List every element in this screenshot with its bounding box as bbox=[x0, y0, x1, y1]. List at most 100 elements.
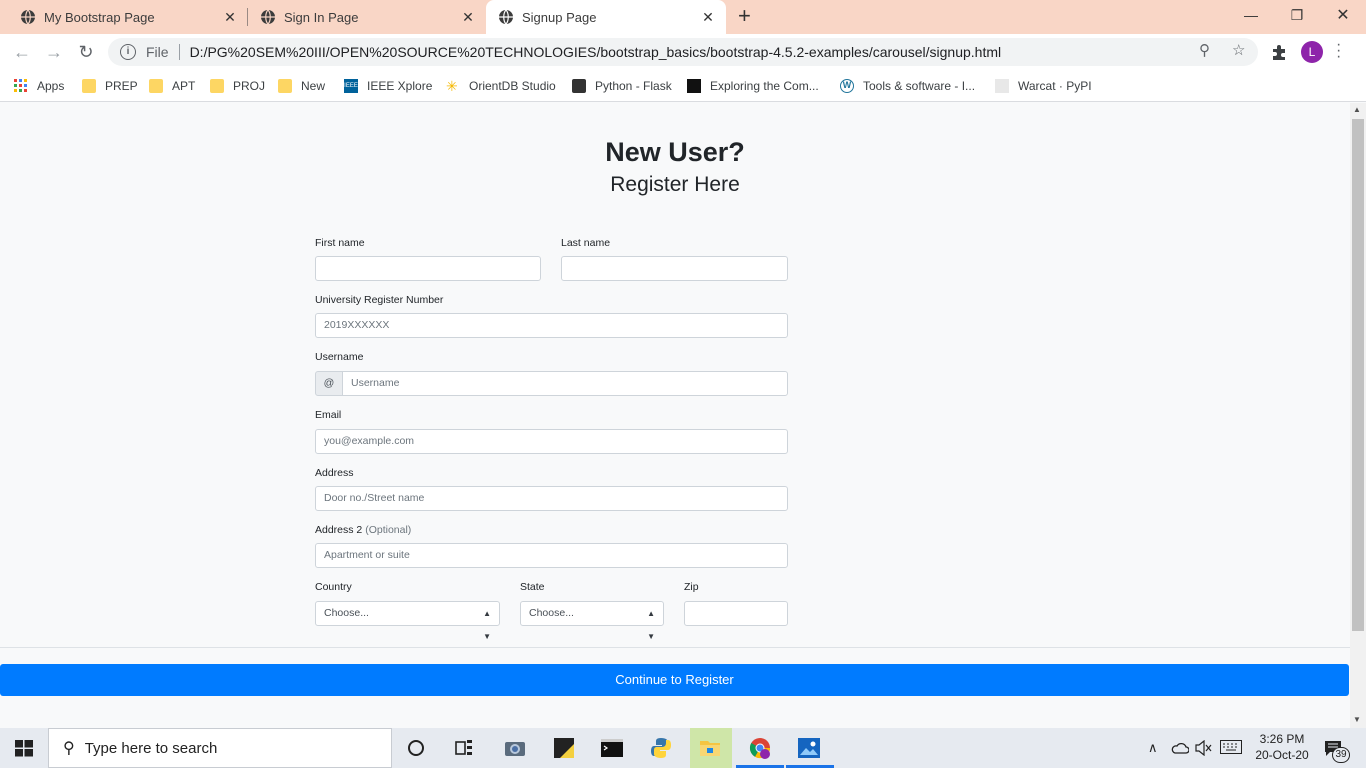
scroll-down-icon[interactable]: ▼ bbox=[1353, 715, 1361, 724]
zoom-icon[interactable]: ⚲ bbox=[1199, 41, 1210, 59]
file-explorer-icon[interactable] bbox=[698, 736, 722, 760]
email-input[interactable]: you@example.com bbox=[315, 429, 788, 454]
windows-taskbar: ⚲ Type here to search ∧ 3:26 PM 20-Oct-2… bbox=[0, 728, 1366, 768]
state-select[interactable]: Choose... ▲ ▼ bbox=[520, 601, 664, 641]
reg-number-input[interactable]: 2019XXXXXX bbox=[315, 313, 788, 338]
continue-to-register-button[interactable]: Continue to Register bbox=[0, 664, 1349, 696]
first-name-input[interactable] bbox=[315, 256, 541, 281]
address2-input[interactable]: Apartment or suite bbox=[315, 543, 788, 568]
clock-date: 20-Oct-20 bbox=[1255, 748, 1309, 762]
ieee-icon: IEEE bbox=[344, 79, 358, 93]
browser-toolbar: ← → ↻ i File D:/PG%20SEM%20III/OPEN%20SO… bbox=[0, 34, 1366, 70]
orientdb-icon: ✳ bbox=[446, 78, 458, 94]
site-icon bbox=[687, 79, 701, 93]
page-scrollbar[interactable]: ▲ ▼ bbox=[1350, 103, 1366, 728]
wordpress-icon: W bbox=[840, 79, 854, 93]
apps-grid-icon bbox=[14, 79, 27, 92]
page-title: New User? bbox=[605, 137, 745, 167]
zip-input[interactable] bbox=[684, 601, 788, 626]
bookmark-label: Apps bbox=[37, 79, 65, 93]
task-view-icon[interactable] bbox=[452, 736, 476, 760]
back-icon[interactable]: ← bbox=[10, 40, 34, 64]
bookmark-star-icon[interactable]: ☆ bbox=[1232, 41, 1245, 59]
taskbar-search-box[interactable]: ⚲ Type here to search bbox=[48, 728, 392, 768]
cortana-icon[interactable] bbox=[404, 736, 428, 760]
bookmark-exploring[interactable]: Exploring the Com... bbox=[687, 76, 819, 96]
search-placeholder: Type here to search bbox=[84, 739, 218, 757]
new-tab-button[interactable]: + bbox=[738, 5, 751, 27]
keyboard-icon[interactable] bbox=[1220, 740, 1242, 754]
optional-text: (Optional) bbox=[365, 524, 412, 536]
tab-sign-in-page[interactable]: Sign In Page ✕ bbox=[248, 0, 486, 34]
onedrive-icon[interactable] bbox=[1171, 741, 1189, 755]
scroll-up-icon[interactable]: ▲ bbox=[1353, 105, 1361, 114]
tab-my-bootstrap-page[interactable]: My Bootstrap Page ✕ bbox=[0, 0, 248, 34]
bookmarks-bar: Apps PREP APT PROJ New IEEE IEEE Xplore … bbox=[0, 70, 1366, 102]
username-input[interactable]: Username bbox=[342, 371, 788, 396]
taskbar-clock[interactable]: 3:26 PM 20-Oct-20 bbox=[1250, 731, 1314, 763]
bookmark-tools-software[interactable]: W Tools & software - I... bbox=[840, 76, 975, 96]
notification-count-badge: 39 bbox=[1332, 747, 1350, 763]
bookmark-warcat-pypi[interactable]: Warcat · PyPI bbox=[995, 76, 1092, 96]
volume-muted-icon[interactable] bbox=[1195, 740, 1213, 756]
chrome-icon[interactable] bbox=[748, 736, 772, 760]
reload-icon[interactable]: ↻ bbox=[74, 40, 98, 64]
bookmark-label: Python - Flask bbox=[595, 79, 672, 93]
country-label: Country bbox=[315, 581, 352, 593]
last-name-input[interactable] bbox=[561, 256, 788, 281]
address-label: Address bbox=[315, 467, 354, 479]
address-bar[interactable]: i File D:/PG%20SEM%20III/OPEN%20SOURCE%2… bbox=[108, 38, 1258, 66]
bookmark-orientdb[interactable]: ✳ OrientDB Studio bbox=[446, 76, 556, 96]
browser-tab-strip: My Bootstrap Page ✕ Sign In Page ✕ Signu… bbox=[0, 0, 1366, 34]
bookmark-apt[interactable]: APT bbox=[149, 76, 195, 96]
last-name-label: Last name bbox=[561, 237, 611, 249]
tab-title: My Bootstrap Page bbox=[44, 9, 155, 25]
camera-app-icon[interactable] bbox=[503, 736, 527, 760]
windows-start-icon[interactable] bbox=[12, 736, 36, 760]
close-window-icon[interactable]: ✕ bbox=[1320, 0, 1366, 30]
restore-icon[interactable]: ❐ bbox=[1274, 0, 1320, 30]
tab-title: Signup Page bbox=[522, 9, 597, 25]
country-select[interactable]: Choose... ▲ ▼ bbox=[315, 601, 500, 641]
url-scheme-label: File bbox=[146, 44, 169, 60]
forward-icon[interactable]: → bbox=[42, 40, 66, 64]
close-tab-icon[interactable]: ✕ bbox=[458, 9, 478, 26]
reg-number-label: University Register Number bbox=[315, 294, 444, 306]
bookmark-prep[interactable]: PREP bbox=[82, 76, 138, 96]
extensions-icon[interactable] bbox=[1270, 43, 1288, 61]
first-name-label: First name bbox=[315, 237, 365, 249]
bookmark-new[interactable]: New bbox=[278, 76, 325, 96]
clock-time: 3:26 PM bbox=[1259, 732, 1305, 746]
bookmark-label: Warcat · PyPI bbox=[1018, 79, 1092, 93]
bookmark-python-flask[interactable]: Python - Flask bbox=[572, 76, 672, 96]
profile-avatar[interactable]: L bbox=[1301, 41, 1323, 63]
zip-label: Zip bbox=[684, 581, 699, 593]
close-tab-icon[interactable]: ✕ bbox=[220, 9, 240, 26]
omnibox-divider bbox=[178, 44, 180, 60]
show-hidden-icons[interactable]: ∧ bbox=[1148, 728, 1158, 768]
tab-signup-page[interactable]: Signup Page ✕ bbox=[486, 0, 726, 34]
email-label: Email bbox=[315, 409, 342, 421]
photos-icon[interactable] bbox=[797, 736, 821, 760]
select-caret-icon: ▲ ▼ bbox=[483, 609, 491, 641]
python-icon[interactable] bbox=[649, 736, 673, 760]
url-text[interactable]: D:/PG%20SEM%20III/OPEN%20SOURCE%20TECHNO… bbox=[190, 44, 1002, 60]
address2-label: Address 2 (Optional) bbox=[315, 524, 411, 536]
info-icon[interactable]: i bbox=[120, 44, 136, 60]
menu-kebab-icon[interactable]: · · · bbox=[1336, 37, 1341, 65]
bookmark-label: New bbox=[301, 79, 326, 93]
bookmark-ieee-xplore[interactable]: IEEE IEEE Xplore bbox=[344, 76, 432, 96]
country-select-value: Choose... bbox=[324, 607, 369, 619]
terminal-icon bbox=[572, 79, 586, 93]
bookmark-proj[interactable]: PROJ bbox=[210, 76, 265, 96]
minimize-icon[interactable]: — bbox=[1228, 0, 1274, 30]
close-tab-icon[interactable]: ✕ bbox=[698, 9, 718, 26]
address-input[interactable]: Door no./Street name bbox=[315, 486, 788, 511]
search-icon: ⚲ bbox=[63, 740, 75, 757]
bookmark-apps[interactable]: Apps bbox=[14, 76, 64, 96]
scrollbar-thumb[interactable] bbox=[1352, 119, 1364, 631]
sticky-notes-icon[interactable] bbox=[552, 736, 576, 760]
command-prompt-icon[interactable] bbox=[600, 736, 624, 760]
pypi-icon bbox=[995, 79, 1009, 93]
folder-icon bbox=[82, 79, 96, 93]
